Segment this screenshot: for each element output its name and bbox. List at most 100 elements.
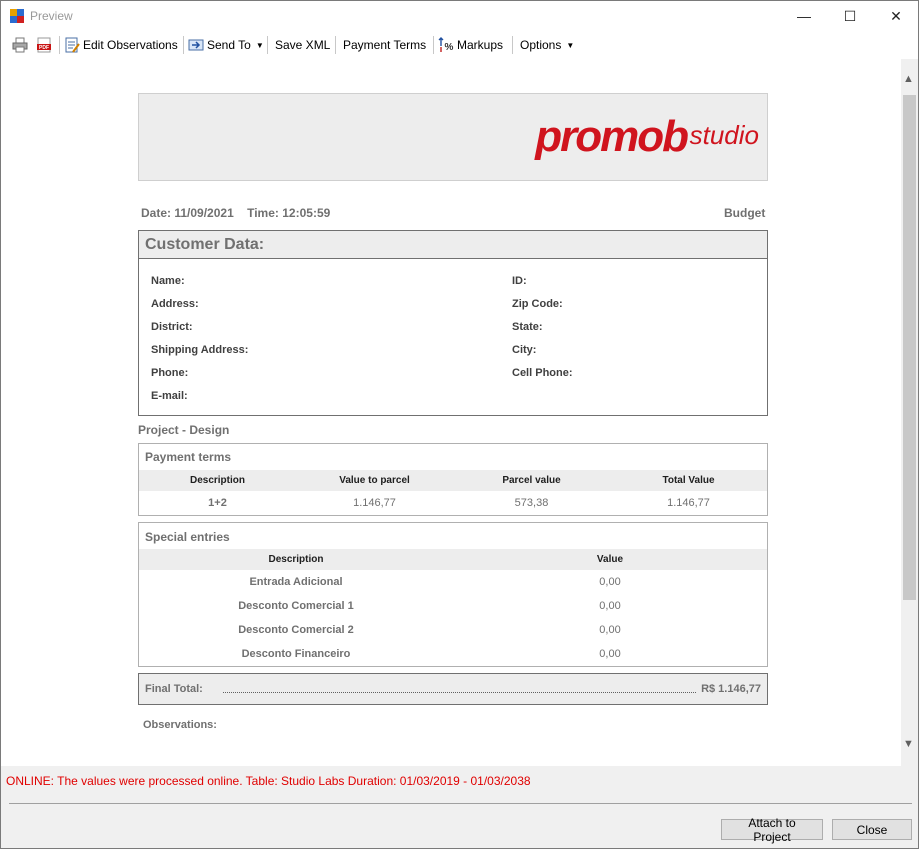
footer-divider — [9, 803, 912, 804]
toolbar-separator — [335, 36, 336, 54]
payment-terms-title: Payment terms — [145, 450, 232, 464]
payment-terms-header: Description Value to parcel Parcel value… — [139, 470, 767, 491]
attach-to-project-button[interactable]: Attach to Project — [721, 816, 823, 844]
table-cell: 1.146,77 — [353, 497, 396, 509]
customer-field-label: Phone: — [151, 367, 189, 379]
column-header: Value — [596, 554, 624, 565]
special-entries-title: Special entries — [145, 530, 230, 544]
report-preview: promob studio Date: 11/09/2021 Time: 12:… — [1, 59, 901, 766]
minimize-button[interactable]: — — [781, 1, 827, 31]
entry-value: 0,00 — [599, 600, 621, 612]
table-cell: 1.146,77 — [667, 497, 710, 509]
markups-label: Markups — [457, 38, 504, 52]
entry-value: 0,00 — [599, 624, 621, 636]
send-icon — [188, 39, 204, 51]
entry-value: 0,00 — [599, 576, 621, 588]
final-total-label: Final Total: — [145, 683, 203, 695]
edit-observations-button[interactable]: Edit Observations — [64, 36, 178, 54]
chevron-down-icon: ▼ — [255, 40, 264, 50]
customer-data-section: Customer Data: Name: Address: District: … — [138, 230, 768, 416]
customer-field-label: Name: — [151, 275, 185, 287]
customer-field-label: Shipping Address: — [151, 344, 249, 356]
maximize-icon: ☐ — [843, 7, 857, 24]
minimize-icon: — — [797, 8, 811, 24]
entry-value: 0,00 — [599, 648, 621, 660]
column-header: Description — [268, 554, 324, 565]
column-header: Parcel value — [502, 475, 561, 486]
table-cell: 573,38 — [514, 497, 549, 509]
markups-button[interactable]: % Markups — [438, 36, 503, 54]
save-xml-label: Save XML — [275, 38, 331, 52]
online-status-message: ONLINE: The values were processed online… — [6, 774, 531, 788]
studio-logo: studio — [689, 120, 759, 150]
edit-observations-label: Edit Observations — [83, 38, 178, 52]
toolbar-separator — [183, 36, 184, 54]
date-label: Date: — [141, 206, 172, 220]
close-button[interactable]: Close — [832, 819, 912, 840]
close-window-button[interactable]: ✕ — [873, 1, 918, 31]
print-button[interactable] — [12, 36, 31, 54]
close-icon: ✕ — [890, 7, 902, 24]
date-time-line: Date: 11/09/2021 Time: 12:05:59 — [141, 206, 330, 220]
markup-percent-icon: % — [438, 37, 454, 53]
payment-terms-label: Payment Terms — [343, 38, 427, 52]
options-label: Options — [520, 38, 562, 52]
toolbar-separator — [433, 36, 434, 54]
export-pdf-button[interactable]: PDF — [36, 36, 55, 54]
time-value: 12:05:59 — [282, 206, 331, 220]
send-to-label: Send To — [207, 38, 251, 52]
logo-banner: promob studio — [138, 93, 768, 181]
maximize-button[interactable]: ☐ — [827, 1, 873, 31]
special-entries-section: Special entries Description Value Entrad… — [138, 522, 768, 667]
dotted-leader — [223, 692, 696, 693]
toolbar-separator — [59, 36, 60, 54]
customer-field-label: State: — [512, 321, 543, 333]
date-value: 11/09/2021 — [174, 206, 234, 220]
customer-field-label: Address: — [151, 298, 199, 310]
final-total-value: R$ 1.146,77 — [701, 683, 761, 695]
printer-icon — [12, 37, 28, 53]
pdf-icon: PDF — [37, 37, 51, 53]
toolbar: PDF Edit Observations Send To ▼ Save XML… — [1, 31, 918, 59]
customer-field-label: City: — [512, 344, 537, 356]
scroll-up-icon[interactable]: ▲ — [903, 73, 914, 85]
column-header: Value to parcel — [339, 475, 410, 486]
final-total-bar: Final Total: R$ 1.146,77 — [138, 673, 768, 705]
preview-window: Preview — ☐ ✕ PDF Edit Observations Send… — [0, 0, 919, 849]
scrollbar-thumb[interactable] — [903, 95, 916, 600]
edit-document-icon — [65, 37, 80, 53]
payment-terms-button[interactable]: Payment Terms — [343, 36, 426, 54]
payment-terms-section: Payment terms Description Value to parce… — [138, 443, 768, 516]
send-to-dropdown[interactable]: Send To ▼ — [188, 36, 264, 54]
table-cell: 1+2 — [208, 497, 227, 509]
customer-data-title: Customer Data: — [139, 231, 767, 259]
toolbar-separator — [512, 36, 513, 54]
toolbar-separator — [267, 36, 268, 54]
project-label: Project - Design — [138, 423, 230, 437]
title-bar: Preview — ☐ ✕ — [1, 1, 918, 31]
svg-text:PDF: PDF — [39, 45, 49, 51]
customer-field-label: Zip Code: — [512, 298, 563, 310]
document-type: Budget — [724, 206, 766, 220]
entry-description: Entrada Adicional — [249, 576, 343, 588]
promob-logo: promob — [535, 112, 689, 161]
customer-field-label: E-mail: — [151, 390, 188, 402]
time-label: Time: — [247, 206, 279, 220]
options-dropdown[interactable]: Options ▼ — [520, 36, 574, 54]
vertical-scrollbar[interactable]: ▲ ▼ — [901, 70, 918, 755]
entry-description: Desconto Comercial 1 — [238, 600, 354, 612]
customer-field-label: Cell Phone: — [512, 367, 573, 379]
observations-label: Observations: — [143, 719, 217, 731]
save-xml-button[interactable]: Save XML — [275, 36, 330, 54]
app-icon — [10, 9, 24, 23]
entry-description: Desconto Comercial 2 — [238, 624, 354, 636]
column-header: Total Value — [662, 475, 715, 486]
scroll-down-icon[interactable]: ▼ — [903, 738, 914, 750]
customer-field-label: ID: — [512, 275, 527, 287]
window-title: Preview — [30, 9, 73, 23]
entry-description: Desconto Financeiro — [241, 648, 351, 660]
chevron-down-icon: ▼ — [566, 40, 575, 50]
special-entries-header: Description Value — [139, 549, 767, 570]
column-header: Description — [189, 475, 245, 486]
customer-field-label: District: — [151, 321, 193, 333]
